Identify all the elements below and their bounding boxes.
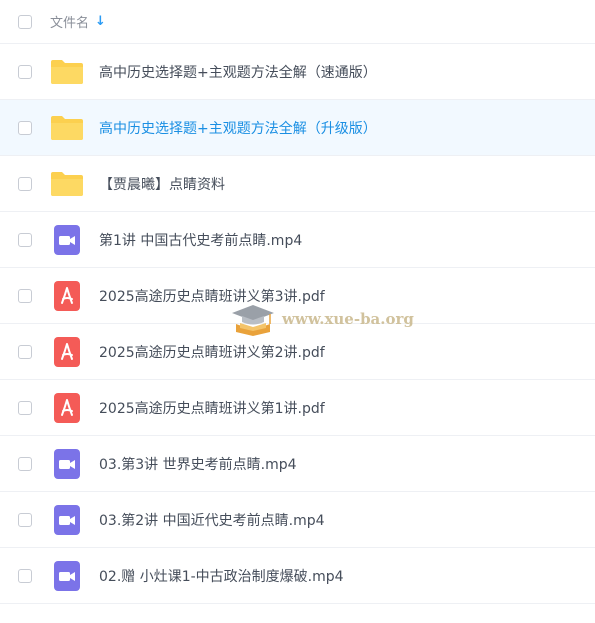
file-checkbox[interactable] [18, 456, 32, 471]
file-checkbox[interactable] [18, 288, 32, 303]
file-name-link[interactable]: 2025高途历史点睛班讲义第1讲.pdf [99, 398, 325, 418]
file-row[interactable]: 【贾晨曦】点睛资料 [0, 156, 595, 212]
file-row[interactable]: 第1讲 中国古代史考前点睛.mp4 [0, 212, 595, 268]
video-icon [50, 448, 84, 479]
video-icon [50, 560, 84, 591]
file-checkbox[interactable] [18, 176, 32, 191]
file-name-link[interactable]: 【贾晨曦】点睛资料 [99, 174, 225, 194]
file-rows: 高中历史选择题+主观题方法全解（速通版） 高中历史选择题+主观题方法全解（升级版）… [0, 44, 595, 604]
file-checkbox[interactable] [18, 120, 32, 135]
file-list: 文件名 ↓ 高中历史选择题+主观题方法全解（速通版） 高中历史选择题+主观题方法全… [0, 0, 595, 623]
pdf-icon [50, 392, 84, 423]
file-name-link[interactable]: 高中历史选择题+主观题方法全解（速通版） [99, 62, 377, 82]
file-checkbox[interactable] [18, 512, 32, 527]
select-all-checkbox[interactable] [18, 14, 32, 29]
file-row[interactable]: 高中历史选择题+主观题方法全解（升级版） [0, 100, 595, 156]
file-name-link[interactable]: 02.赠 小灶课1-中古政治制度爆破.mp4 [99, 566, 344, 586]
arrow-down-icon: ↓ [95, 14, 106, 29]
file-list-header: 文件名 ↓ [0, 0, 595, 44]
file-row[interactable]: 高中历史选择题+主观题方法全解（速通版） [0, 44, 595, 100]
file-checkbox[interactable] [18, 344, 32, 359]
folder-icon [50, 113, 84, 143]
pdf-icon [50, 336, 84, 367]
video-icon [50, 504, 84, 535]
file-checkbox[interactable] [18, 232, 32, 247]
file-checkbox[interactable] [18, 568, 32, 583]
file-row[interactable]: 2025高途历史点睛班讲义第1讲.pdf [0, 380, 595, 436]
video-icon [50, 224, 84, 255]
file-row[interactable]: 2025高途历史点睛班讲义第3讲.pdf [0, 268, 595, 324]
file-name-link[interactable]: 03.第2讲 中国近代史考前点睛.mp4 [99, 510, 325, 530]
pdf-icon [50, 280, 84, 311]
file-name-link[interactable]: 03.第3讲 世界史考前点睛.mp4 [99, 454, 297, 474]
file-name-link[interactable]: 2025高途历史点睛班讲义第2讲.pdf [99, 342, 325, 362]
folder-icon [50, 57, 84, 87]
folder-icon [50, 169, 84, 199]
file-row[interactable]: 03.第3讲 世界史考前点睛.mp4 [0, 436, 595, 492]
filename-column-label: 文件名 [50, 16, 90, 31]
file-name-link[interactable]: 高中历史选择题+主观题方法全解（升级版） [99, 118, 377, 138]
sort-by-filename-button[interactable]: 文件名 ↓ [50, 12, 106, 31]
file-row[interactable]: 02.赠 小灶课1-中古政治制度爆破.mp4 [0, 548, 595, 604]
file-row[interactable]: 03.第2讲 中国近代史考前点睛.mp4 [0, 492, 595, 548]
file-row[interactable]: 2025高途历史点睛班讲义第2讲.pdf [0, 324, 595, 380]
file-checkbox[interactable] [18, 400, 32, 415]
file-checkbox[interactable] [18, 64, 32, 79]
file-name-link[interactable]: 第1讲 中国古代史考前点睛.mp4 [99, 230, 302, 250]
file-name-link[interactable]: 2025高途历史点睛班讲义第3讲.pdf [99, 286, 325, 306]
